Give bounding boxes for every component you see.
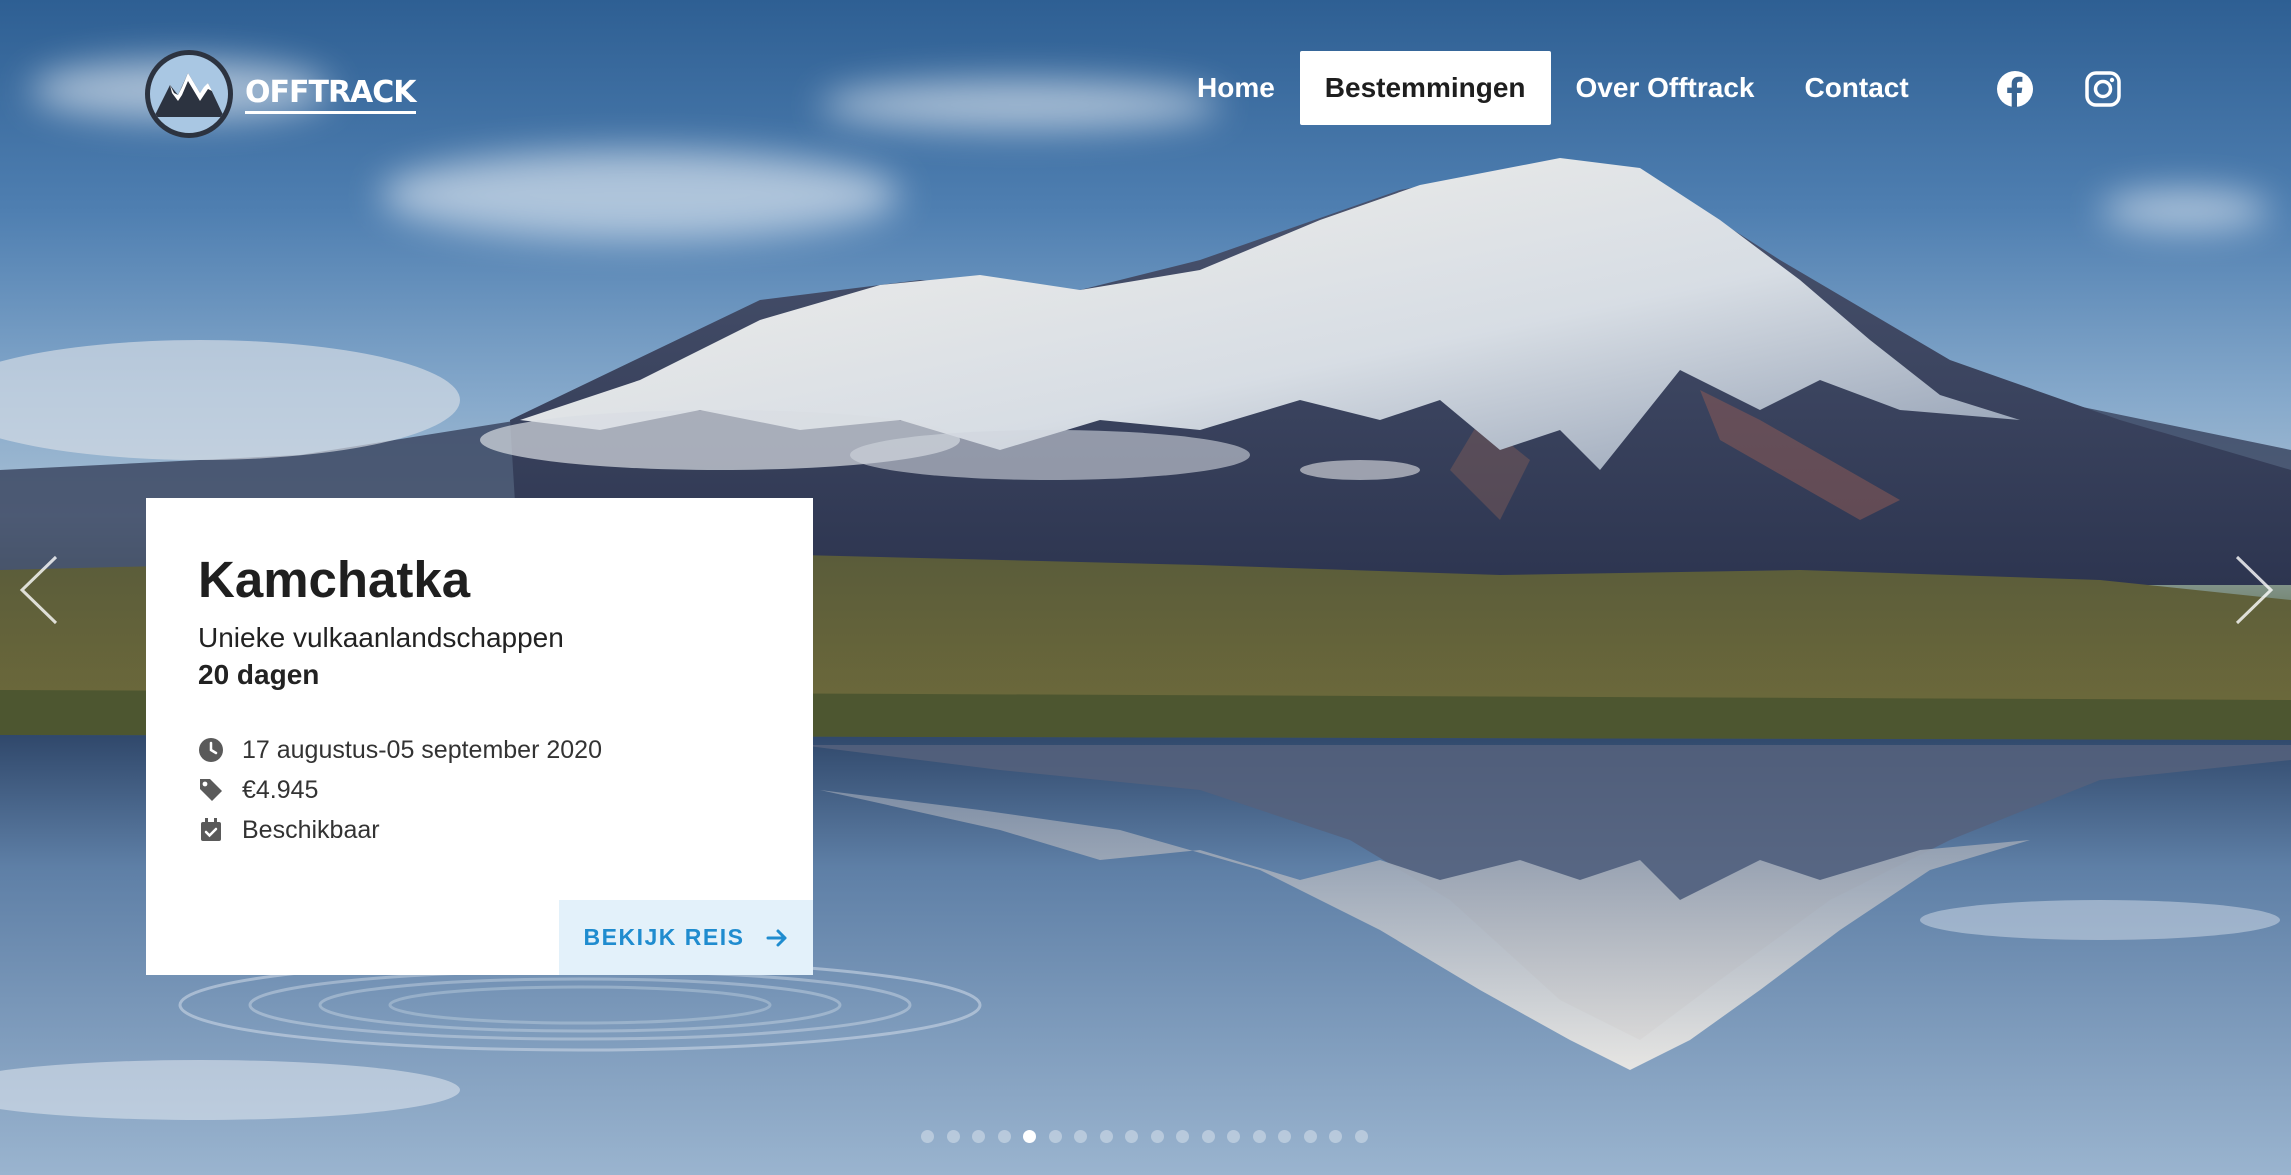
carousel-dot[interactable] <box>921 1130 934 1143</box>
carousel-dot[interactable] <box>1227 1130 1240 1143</box>
carousel-dot[interactable] <box>1074 1130 1087 1143</box>
main-nav: Home Bestemmingen Over Offtrack Contact <box>1172 51 1934 125</box>
trip-duration: 20 dagen <box>198 659 320 690</box>
carousel-dot[interactable] <box>1303 1130 1317 1143</box>
carousel-dot[interactable] <box>1252 1130 1266 1143</box>
nav-item-contact[interactable]: Contact <box>1779 51 1933 125</box>
carousel-dot[interactable] <box>1023 1130 1036 1143</box>
carousel-dot[interactable] <box>1048 1130 1062 1143</box>
carousel-dot[interactable] <box>1201 1130 1215 1143</box>
view-trip-label: BEKIJK REIS <box>583 924 745 950</box>
hero-slider: OFFTRACK Home Bestemmingen Over Offtrack… <box>0 0 2291 1175</box>
trip-dates-row: 17 augustus-05 september 2020 <box>198 730 813 770</box>
price-tag-icon <box>200 779 222 801</box>
trip-title: Kamchatka <box>198 551 471 608</box>
carousel-dot[interactable] <box>1099 1130 1113 1143</box>
carousel-dot[interactable] <box>972 1130 985 1143</box>
calendar-check-icon <box>201 818 221 841</box>
trip-availability-row: Beschikbaar <box>198 810 813 850</box>
instagram-icon[interactable] <box>2084 70 2122 108</box>
carousel-dot[interactable] <box>1176 1130 1189 1143</box>
clock-icon <box>199 738 223 762</box>
carousel-dot[interactable] <box>1329 1130 1342 1143</box>
carousel-dot[interactable] <box>1150 1130 1164 1143</box>
nav-item-over-offtrack[interactable]: Over Offtrack <box>1551 51 1780 125</box>
carousel-dot[interactable] <box>946 1130 960 1143</box>
trip-dates: 17 augustus-05 september 2020 <box>242 735 602 764</box>
arrow-right-icon <box>766 929 787 946</box>
facebook-icon[interactable] <box>1996 70 2034 108</box>
carousel-dot[interactable] <box>1125 1130 1138 1143</box>
trip-card: Kamchatka Unieke vulkaanlandschappen 20 … <box>146 498 813 975</box>
next-slide-arrow-icon[interactable] <box>2233 555 2275 625</box>
trip-meta-list: 17 augustus-05 september 2020 €4.945 Bes… <box>198 730 813 850</box>
trip-price-row: €4.945 <box>198 770 813 810</box>
brand-logo[interactable]: OFFTRACK <box>145 50 417 138</box>
trip-availability: Beschikbaar <box>242 815 380 844</box>
nav-item-home[interactable]: Home <box>1172 51 1300 125</box>
view-trip-button[interactable]: BEKIJK REIS <box>559 900 813 975</box>
mountain-logo-icon <box>145 50 233 138</box>
carousel-dot[interactable] <box>997 1130 1011 1143</box>
carousel-dot[interactable] <box>1354 1130 1368 1143</box>
logo-text: OFFTRACK <box>245 75 417 114</box>
carousel-pagination <box>921 1130 1368 1143</box>
trip-subtitle: Unieke vulkaanlandschappen <box>198 622 564 653</box>
carousel-dot[interactable] <box>1278 1130 1291 1143</box>
nav-item-bestemmingen[interactable]: Bestemmingen <box>1299 51 1551 125</box>
prev-slide-arrow-icon[interactable] <box>18 555 60 625</box>
trip-price: €4.945 <box>242 775 319 804</box>
